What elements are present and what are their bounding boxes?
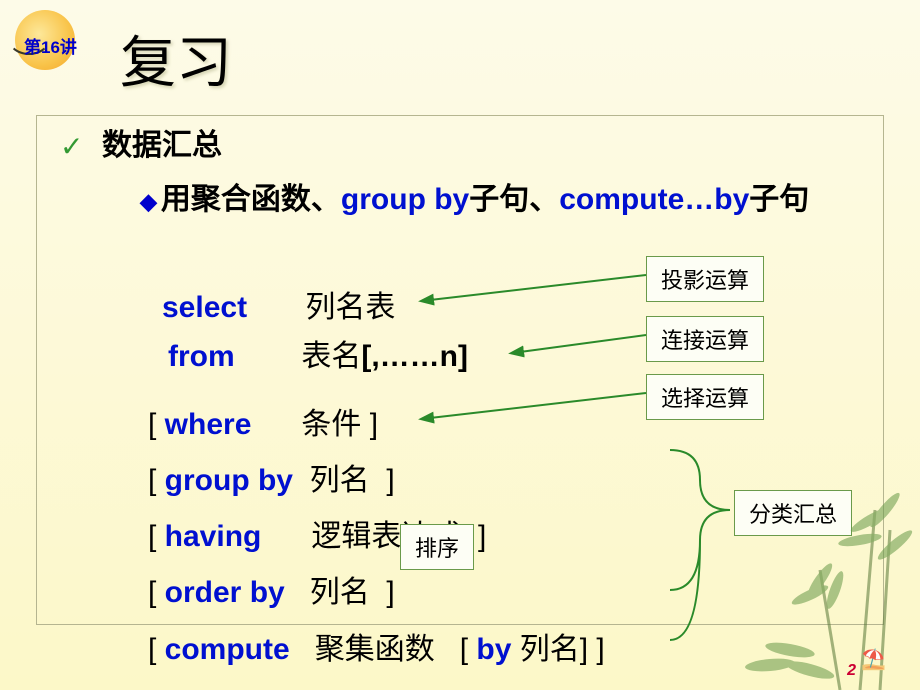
section-heading: 数据汇总 [102,128,222,164]
sql-where-line: [ where 条件 ] [148,407,378,443]
sql-select-line: select 列名表 [162,290,395,326]
sub-heading: ◆用聚合函数、group by子句、compute…by子句 [140,182,870,218]
page-number: 2 [847,662,856,680]
annotation-join: 连接运算 [646,316,764,362]
sql-groupby-line: [ group by 列名 ] [148,463,395,499]
diamond-bullet-icon: ◆ [140,189,157,214]
sql-orderby-line: [ order by 列名 ] [148,575,395,611]
annotation-sort: 排序 [400,524,474,570]
sql-compute-line: [ compute 聚集函数 [ by 列名] ] [148,632,605,668]
umbrella-icon: ⛱️ [861,647,886,672]
annotation-selection: 选择运算 [646,374,764,420]
lecture-number: 第16讲 [24,33,77,58]
annotation-projection: 投影运算 [646,256,764,302]
sql-from-line: from 表名[,……n] [168,339,468,375]
lecture-badge: ︶ 第16讲 [10,10,80,80]
bamboo-decoration [720,450,920,690]
page-title: 复习 [120,18,232,99]
checkmark-icon: ✓ [60,130,83,163]
